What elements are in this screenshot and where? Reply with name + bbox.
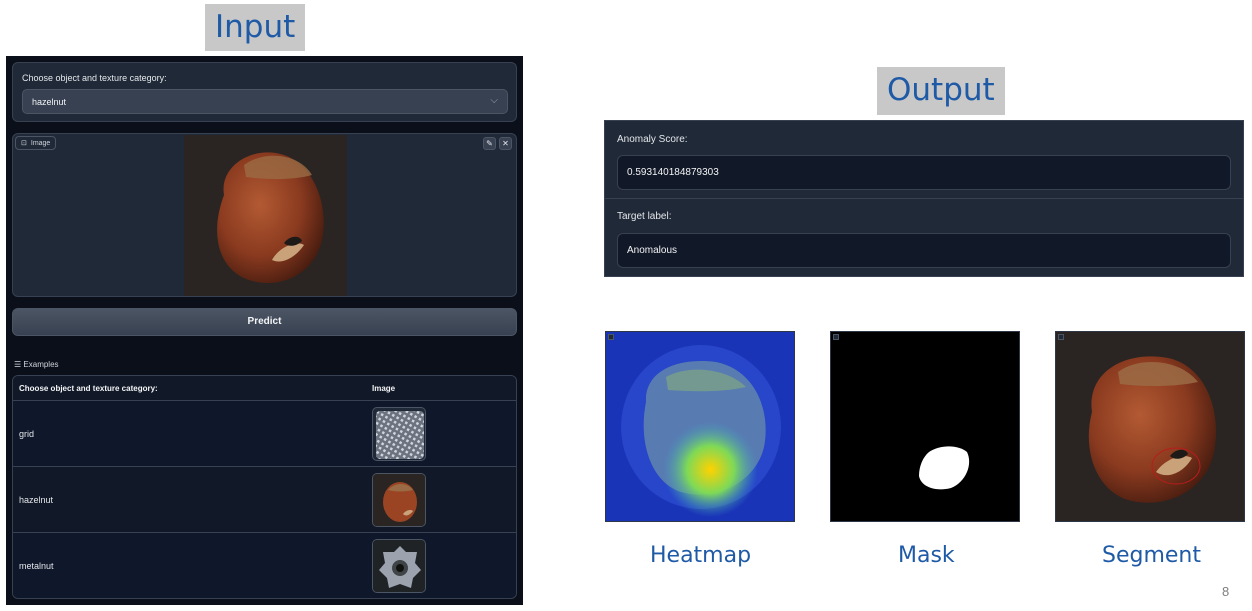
examples-header: Choose object and texture category: Imag…: [13, 376, 516, 401]
examples-label: ☰ Examples: [14, 360, 59, 369]
category-dropdown[interactable]: hazelnut ⌵: [22, 89, 508, 114]
hazelnut-thumbnail[interactable]: [372, 473, 426, 527]
target-label-field[interactable]: Anomalous: [617, 233, 1231, 268]
row-category: hazelnut: [19, 495, 54, 505]
input-image[interactable]: [184, 135, 347, 296]
image-tag: [1058, 334, 1064, 340]
header-image: Image: [372, 384, 396, 393]
chevron-down-icon: ⌵: [490, 95, 498, 106]
table-row[interactable]: hazelnut: [13, 467, 516, 533]
table-row[interactable]: grid: [13, 401, 516, 467]
image-badge-label: Image: [30, 139, 51, 147]
image-badge: ⊡ Image: [15, 136, 57, 150]
divider: [605, 198, 1243, 199]
image-icon: ⊡: [21, 140, 27, 147]
input-title: Input: [205, 4, 306, 51]
image-tag: [833, 334, 839, 340]
page-number: 8: [1222, 584, 1230, 599]
metalnut-thumbnail[interactable]: [372, 539, 426, 593]
slide: Input Output Choose object and texture c…: [0, 0, 1252, 611]
segment-image: [1055, 331, 1245, 522]
output-title: Output: [877, 67, 1005, 115]
category-value: hazelnut: [32, 97, 67, 107]
anomaly-score-field[interactable]: 0.593140184879303: [617, 155, 1231, 190]
examples-table: Choose object and texture category: Imag…: [12, 375, 517, 599]
mask-caption: Mask: [898, 543, 955, 568]
anomaly-score-label: Anomaly Score:: [617, 134, 688, 145]
target-label-label: Target label:: [617, 211, 672, 222]
grid-thumbnail[interactable]: [372, 407, 426, 461]
edit-icon[interactable]: ✎: [483, 137, 496, 150]
input-app-panel: Choose object and texture category: haze…: [6, 56, 523, 605]
category-label: Choose object and texture category:: [22, 73, 167, 83]
examples-label-text: Examples: [23, 360, 59, 369]
predict-button[interactable]: Predict: [12, 308, 517, 336]
row-category: grid: [19, 429, 35, 439]
image-input-block: ⊡ Image ✎ ✕: [12, 133, 517, 297]
header-category: Choose object and texture category:: [19, 384, 158, 393]
image-tag: [608, 334, 614, 340]
row-category: metalnut: [19, 561, 54, 571]
mask-image: [830, 331, 1020, 522]
segment-caption: Segment: [1102, 543, 1201, 568]
category-block: Choose object and texture category: haze…: [12, 62, 517, 122]
heatmap-caption: Heatmap: [650, 543, 752, 568]
heatmap-image: [605, 331, 795, 522]
output-panel: Anomaly Score: 0.593140184879303 Target …: [604, 120, 1244, 277]
close-icon[interactable]: ✕: [499, 137, 512, 150]
table-row[interactable]: metalnut: [13, 533, 516, 598]
